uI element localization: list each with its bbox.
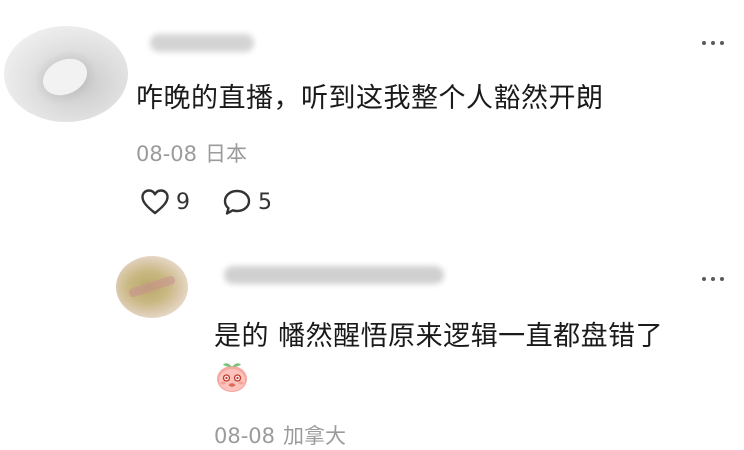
reply-meta: 08-08 加拿大 xyxy=(214,420,346,450)
heart-outline-icon xyxy=(141,189,169,215)
avatar[interactable] xyxy=(4,26,128,122)
reply-count: 5 xyxy=(258,189,272,215)
like-count: 9 xyxy=(176,189,190,215)
comment-date: 08-08 xyxy=(136,142,198,166)
reply-username-blurred[interactable] xyxy=(224,266,444,284)
more-dots-icon[interactable] xyxy=(702,41,724,45)
like-button[interactable]: 9 xyxy=(140,188,190,216)
username-blurred[interactable] xyxy=(150,34,254,52)
comment-location: 日本 xyxy=(205,142,248,166)
comment-text: 咋晚的直播，听到这我整个人豁然开朗 xyxy=(136,83,604,114)
avatar-image xyxy=(127,274,177,299)
reply-text: 是的 幡然醒悟原来逻辑一直都盘错了 xyxy=(214,321,664,352)
reply-more-dots-icon[interactable] xyxy=(702,277,724,281)
speech-bubble-icon xyxy=(223,189,251,215)
reply-button[interactable]: 5 xyxy=(222,188,272,216)
avatar-image xyxy=(36,51,94,103)
peach-face-emoji xyxy=(217,363,247,392)
reply-location: 加拿大 xyxy=(283,424,347,448)
comment-meta: 08-08 日本 xyxy=(136,138,247,168)
reply-avatar[interactable] xyxy=(116,256,188,318)
reply-date: 08-08 xyxy=(214,424,276,448)
